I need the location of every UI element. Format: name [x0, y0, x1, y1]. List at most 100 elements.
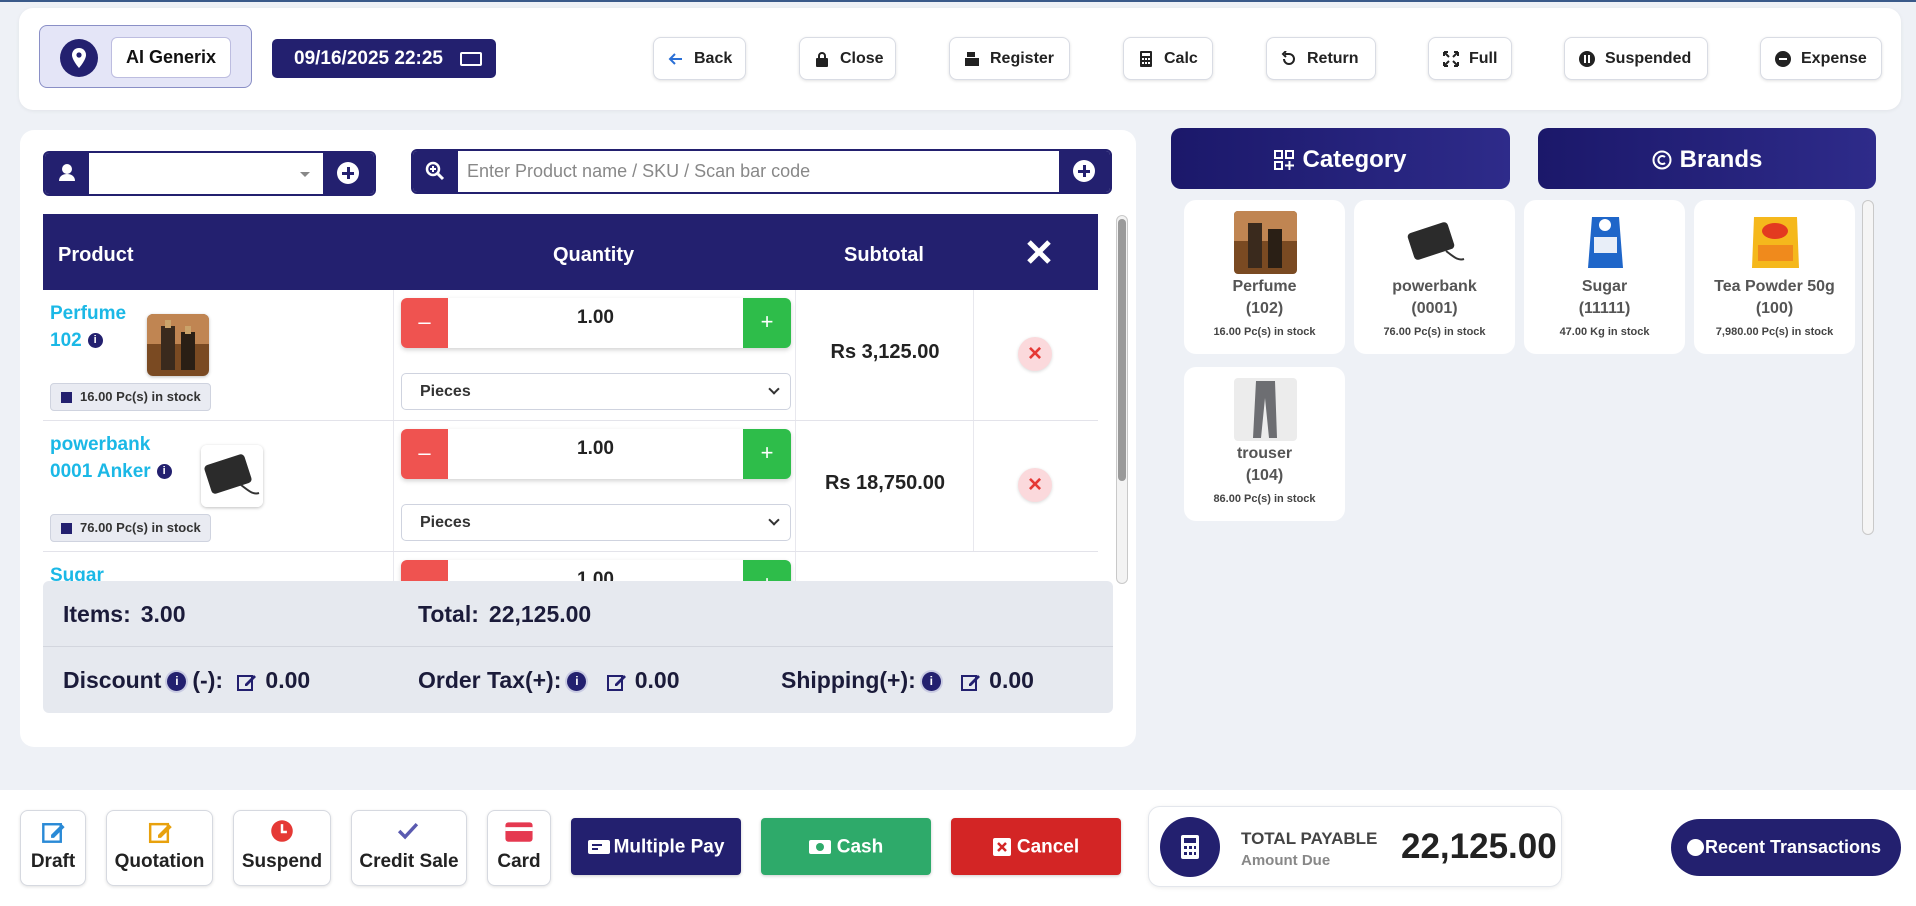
- product-card-code: (0001): [1411, 300, 1458, 317]
- product-card-code: (100): [1755, 300, 1794, 317]
- minus-circle-icon: [1775, 51, 1791, 67]
- keyboard-icon[interactable]: [460, 52, 482, 66]
- discount-row: Discount i (-): 0.00: [63, 667, 311, 693]
- cart-row: Sugar – 1.00 +: [43, 552, 1098, 584]
- product-search-bar: [411, 149, 1112, 194]
- decrease-qty-button[interactable]: –: [401, 429, 448, 479]
- product-card-name: Sugar: [1581, 278, 1628, 295]
- product-card[interactable]: Tea Powder 50g (100) 7,980.00 Pc(s) in st…: [1694, 200, 1855, 354]
- location-name[interactable]: AI Generix: [111, 37, 231, 78]
- increase-qty-button[interactable]: +: [743, 298, 791, 348]
- remove-item-button[interactable]: ×: [1018, 468, 1052, 502]
- register-label: Register: [990, 50, 1055, 67]
- product-grid-scrollbar[interactable]: [1862, 200, 1874, 535]
- cart-scrollbar[interactable]: [1116, 215, 1128, 584]
- edit-icon[interactable]: [606, 672, 627, 692]
- multiple-pay-button[interactable]: Multiple Pay: [571, 818, 741, 875]
- cash-button[interactable]: Cash: [761, 818, 931, 875]
- brands-button[interactable]: Brands: [1538, 128, 1876, 189]
- product-card[interactable]: trouser (104) 86.00 Pc(s) in stock: [1184, 367, 1345, 521]
- add-customer-button[interactable]: [323, 153, 374, 194]
- draft-button[interactable]: Draft: [20, 810, 86, 886]
- total-payable-panel: TOTAL PAYABLE Amount Due 22,125.00: [1148, 806, 1562, 887]
- increase-qty-button[interactable]: +: [743, 429, 791, 479]
- suspend-label: Suspend: [241, 851, 323, 872]
- cash-register-icon: [965, 52, 979, 66]
- scrollbar-thumb[interactable]: [1118, 219, 1126, 481]
- calc-button[interactable]: Calc: [1123, 37, 1213, 80]
- calculator-icon: [1160, 817, 1220, 877]
- expense-button[interactable]: Expense: [1760, 37, 1882, 80]
- plus-circle-icon: [337, 162, 359, 184]
- back-button[interactable]: Back: [653, 37, 746, 80]
- edit-icon[interactable]: [961, 672, 981, 692]
- category-button[interactable]: Category: [1171, 128, 1510, 189]
- product-card-stock: 76.00 Pc(s) in stock: [1383, 326, 1486, 338]
- info-icon[interactable]: i: [567, 672, 587, 692]
- dropdown-caret-icon[interactable]: [300, 172, 310, 177]
- product-card-stock: 47.00 Kg in stock: [1559, 326, 1650, 338]
- edit-icon[interactable]: [237, 672, 257, 692]
- recent-transactions-button[interactable]: Recent Transactions: [1671, 819, 1901, 876]
- info-icon[interactable]: i: [167, 672, 187, 692]
- product-card-name: powerbank: [1392, 278, 1477, 295]
- return-button[interactable]: Return: [1266, 37, 1376, 80]
- datetime-text: 09/16/2025 22:25: [294, 48, 443, 69]
- calc-label: Calc: [1164, 50, 1198, 67]
- clock-icon: [271, 820, 293, 842]
- product-name-link[interactable]: powerbank 0001 Anker i: [50, 431, 190, 485]
- unit-select[interactable]: Pieces: [401, 373, 791, 410]
- info-icon[interactable]: i: [921, 672, 941, 692]
- clock-icon: [1687, 839, 1704, 856]
- product-card-name: Perfume: [1232, 278, 1297, 295]
- total-amount: Total: 22,125.00: [418, 601, 592, 627]
- unit-select[interactable]: Pieces: [401, 504, 791, 541]
- cart-panel: Product Quantity Subtotal Perfume 102i 1…: [20, 130, 1136, 747]
- edit-icon: [42, 823, 65, 843]
- product-card-stock: 7,980.00 Pc(s) in stock: [1715, 326, 1834, 338]
- suspend-button[interactable]: Suspend: [233, 810, 331, 886]
- register-button[interactable]: Register: [949, 37, 1070, 80]
- close-button[interactable]: Close: [799, 37, 896, 80]
- product-image: [1744, 211, 1807, 274]
- quantity-input[interactable]: 1.00: [448, 298, 743, 348]
- customer-select[interactable]: [43, 151, 376, 196]
- col-product: Product: [58, 244, 134, 266]
- expand-icon: [1443, 51, 1459, 67]
- product-image: [1574, 211, 1637, 274]
- product-card-stock: 86.00 Pc(s) in stock: [1213, 493, 1316, 505]
- search-icon: [413, 151, 458, 192]
- suspended-button[interactable]: Suspended: [1564, 37, 1708, 80]
- card-button[interactable]: Card: [487, 810, 551, 886]
- info-icon[interactable]: i: [156, 464, 172, 480]
- lock-icon: [816, 52, 828, 67]
- product-card[interactable]: powerbank (0001) 76.00 Pc(s) in stock: [1354, 200, 1515, 354]
- shipping-row: Shipping(+): i 0.00: [781, 667, 1034, 693]
- quantity-input[interactable]: 1.00: [448, 429, 743, 479]
- credit-sale-button[interactable]: Credit Sale: [351, 810, 467, 886]
- product-card[interactable]: Perfume (102) 16.00 Pc(s) in stock: [1184, 200, 1345, 354]
- decrease-qty-button[interactable]: –: [401, 298, 448, 348]
- location-selector[interactable]: AI Generix: [39, 25, 252, 88]
- clear-cart-icon[interactable]: [1024, 237, 1054, 267]
- calculator-icon: [1140, 51, 1152, 67]
- product-thumbnail: [201, 445, 263, 507]
- product-search-input[interactable]: [467, 157, 1047, 186]
- plus-circle-icon: [1073, 160, 1095, 182]
- remove-item-button[interactable]: ×: [1018, 337, 1052, 371]
- check-icon: [397, 822, 419, 840]
- total-payable-label: TOTAL PAYABLE: [1241, 829, 1378, 848]
- cash-icon: [808, 839, 831, 854]
- quotation-button[interactable]: Quotation: [106, 810, 213, 886]
- full-button[interactable]: Full: [1428, 37, 1512, 80]
- cancel-button[interactable]: Cancel: [951, 818, 1121, 875]
- product-card[interactable]: Sugar (11111) 47.00 Kg in stock: [1524, 200, 1685, 354]
- stock-badge: 16.00 Pc(s) in stock: [50, 383, 211, 411]
- box-icon: [61, 392, 72, 403]
- info-icon[interactable]: i: [87, 333, 103, 349]
- product-name-link[interactable]: Perfume 102 i: [50, 300, 160, 354]
- add-product-button[interactable]: [1059, 151, 1110, 192]
- row-subtotal: Rs 18,750.00: [824, 472, 946, 494]
- close-square-icon: [992, 837, 1011, 856]
- stock-badge: 76.00 Pc(s) in stock: [50, 514, 211, 542]
